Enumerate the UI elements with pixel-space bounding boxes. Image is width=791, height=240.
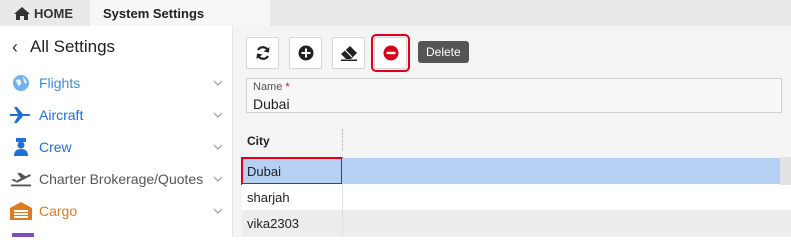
sidebar-header-title: All Settings [30,37,116,56]
grid-scrollbar[interactable] [780,157,791,185]
chevron-down-icon [213,176,223,182]
sidebar-item-next-icon [12,233,34,237]
clear-button[interactable] [332,37,365,69]
delete-button[interactable] [371,34,410,72]
top-tab-bar: HOME System Settings [0,0,791,26]
refresh-icon [256,46,269,60]
home-icon [14,6,30,20]
name-field-label: Name * [253,81,290,93]
chevron-down-icon [213,208,223,214]
table-cell-city[interactable]: vika2303 [242,210,342,236]
table-row-fill[interactable] [342,210,791,236]
sidebar-item-cargo[interactable]: Cargo [0,199,233,223]
name-field-value[interactable]: Dubai [253,96,290,112]
eraser-icon [340,46,357,61]
table-row[interactable]: sharjah [242,184,791,210]
chevron-down-icon [213,112,223,118]
globe-icon [10,73,32,93]
chevron-left-icon: ‹ [12,36,18,57]
sidebar-item-aircraft-label: Aircraft [39,107,84,123]
delete-icon [383,45,398,61]
table-row[interactable]: vika2303 [242,210,791,236]
column-separator[interactable] [342,129,343,151]
crew-icon [10,137,32,157]
sidebar-item-crew-label: Crew [39,139,72,155]
main-panel: Delete Name * Dubai City Dubai sharjah v… [233,26,791,237]
column-header-city[interactable]: City [247,134,270,148]
chevron-down-icon [213,144,223,150]
tab-system-settings-label: System Settings [103,5,205,21]
required-mark: * [285,81,290,93]
chevron-down-icon [213,80,223,86]
sidebar-item-crew[interactable]: Crew [0,135,233,159]
grid-header: City [242,127,791,155]
table-row-fill[interactable] [342,184,791,210]
table-cell-city[interactable]: Dubai [241,157,343,185]
sidebar-item-flights-label: Flights [39,75,81,91]
sidebar-item-charter[interactable]: Charter Brokerage/Quotes [0,167,233,191]
sidebar-item-aircraft[interactable]: Aircraft [0,103,233,127]
city-grid: City Dubai sharjah vika2303 [241,127,791,237]
table-row-fill[interactable] [342,158,791,184]
settings-sidebar: ‹ All Settings Flights Aircraft Crew Cha… [0,26,233,237]
all-settings-back[interactable]: ‹ All Settings [12,36,115,58]
plane-departure-icon [10,169,32,189]
delete-tooltip: Delete [418,41,469,63]
add-button[interactable] [289,37,322,69]
name-label-text: Name [253,81,283,93]
warehouse-icon [10,201,32,221]
tab-system-settings[interactable]: System Settings [90,0,270,26]
sidebar-item-cargo-label: Cargo [39,203,78,219]
table-row[interactable]: Dubai [241,157,791,185]
refresh-button[interactable] [246,37,279,69]
tab-home-label: HOME [34,5,73,21]
add-icon [298,45,313,61]
airplane-icon [10,105,32,125]
sidebar-item-flights[interactable]: Flights [0,71,233,95]
sidebar-item-charter-label: Charter Brokerage/Quotes [39,171,204,187]
tab-home[interactable]: HOME [0,0,90,26]
table-cell-city[interactable]: sharjah [242,184,342,210]
name-field[interactable]: Name * Dubai [246,78,782,113]
